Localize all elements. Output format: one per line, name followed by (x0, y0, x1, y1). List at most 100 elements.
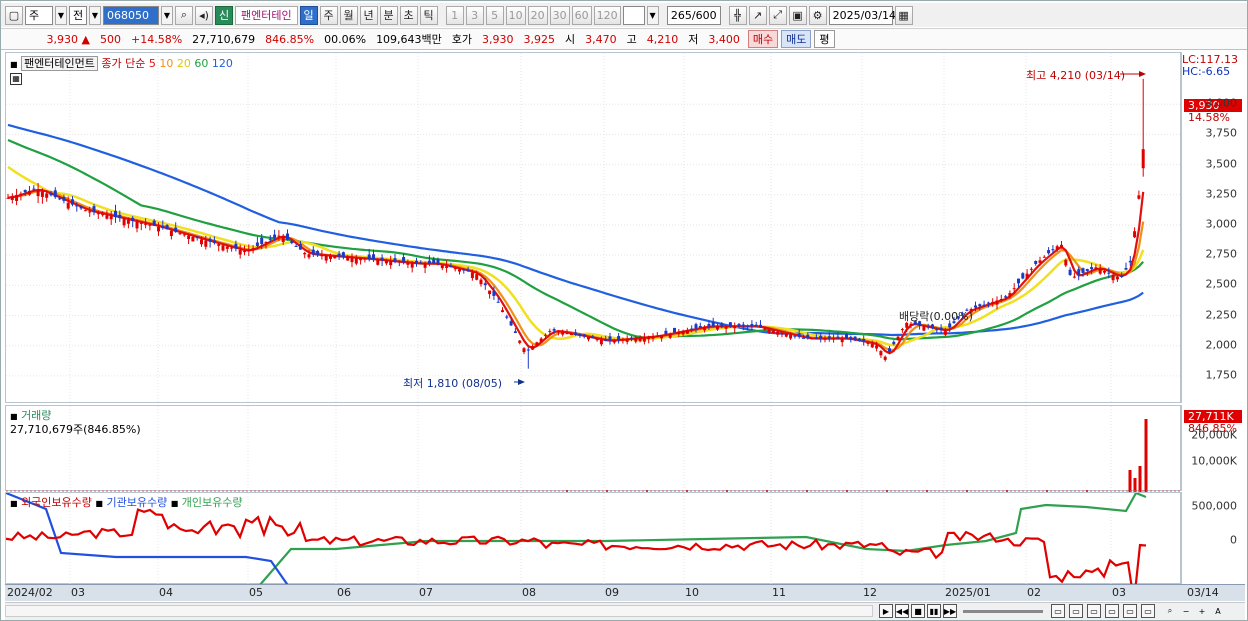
candle-body (303, 252, 307, 255)
candle-body (45, 193, 49, 198)
candle-body (535, 342, 539, 346)
chevron-down-icon[interactable]: ▼ (55, 5, 67, 25)
zoom-out-icon[interactable]: − (1179, 604, 1193, 618)
candle-body (857, 338, 861, 342)
fullscreen-icon[interactable]: ⤢ (768, 5, 787, 25)
rewind-icon[interactable]: ◀◀ (895, 604, 909, 618)
layout-icon[interactable]: ▭ (1123, 604, 1137, 618)
sell-button[interactable]: 매도 (781, 30, 812, 48)
price-chart-panel[interactable]: ■ 팬엔터테인먼트 종가 단순 5 10 20 60 120 ▦ 최고 4,21… (5, 52, 1182, 404)
date-input[interactable]: 2025/03/14 (828, 5, 896, 25)
menu-icon[interactable]: ■ (95, 499, 103, 508)
minute-5[interactable]: 5 (485, 5, 504, 25)
candle-body (746, 325, 750, 327)
x-tick-label: 09 (605, 586, 619, 599)
candle-body (255, 242, 259, 247)
grid-toggle-icon[interactable]: ▦ (10, 73, 22, 85)
stop-icon[interactable]: ■ (911, 604, 925, 618)
crosshair-icon[interactable]: ╬ (728, 5, 747, 25)
draw-tool-icon[interactable]: ↗ (748, 5, 767, 25)
mode-select[interactable]: 주 (25, 5, 53, 25)
period-tick[interactable]: 틱 (419, 5, 438, 25)
layout-icon[interactable]: ▭ (1051, 604, 1065, 618)
candle-body (724, 326, 728, 329)
fast-forward-icon[interactable]: ▶▶ (943, 604, 957, 618)
period-month[interactable]: 월 (339, 5, 358, 25)
minute-30[interactable]: 30 (549, 5, 570, 25)
candle-body (1124, 268, 1128, 270)
period-week[interactable]: 주 (319, 5, 338, 25)
candle-body (1064, 259, 1068, 266)
y-tick-label: 500,000 (1191, 499, 1238, 513)
candle-body (892, 341, 896, 345)
holdings-chart-panel[interactable]: ■ 외국인보유수량 ■ 기관보유수량 ■ 개인보유수량 (5, 492, 1181, 585)
menu-icon[interactable]: ■ (10, 412, 18, 421)
volume-chart-panel[interactable]: ■ 거래량 27,710,679주(846.85%) (5, 405, 1182, 492)
avg-button[interactable]: 평 (814, 30, 835, 48)
candle-body (986, 302, 990, 304)
candle-body (329, 255, 332, 259)
zoom-search-icon[interactable]: ⌕ (1163, 604, 1177, 618)
period-second[interactable]: 초 (399, 5, 418, 25)
minute-120[interactable]: 120 (593, 5, 621, 25)
period-minute[interactable]: 분 (379, 5, 398, 25)
play-icon[interactable]: ▶ (879, 604, 893, 618)
chevron-down-icon[interactable]: ▼ (161, 5, 173, 25)
minute-3[interactable]: 3 (465, 5, 484, 25)
pause-icon[interactable]: ▮▮ (927, 604, 941, 618)
chevron-down-icon[interactable]: ▼ (646, 5, 659, 25)
candle-body (548, 331, 552, 333)
minute-1[interactable]: 1 (445, 5, 464, 25)
layout-icon[interactable]: ▭ (1069, 604, 1083, 618)
count-input[interactable]: 265/600 (666, 5, 721, 25)
minute-20[interactable]: 20 (527, 5, 548, 25)
candle-body (604, 339, 608, 341)
candle-body (114, 210, 117, 218)
candle-body (690, 328, 694, 330)
font-icon[interactable]: A (1211, 604, 1225, 618)
interval-input[interactable] (622, 5, 645, 25)
candle-body (316, 250, 320, 255)
zoom-in-icon[interactable]: + (1195, 604, 1209, 618)
period-year[interactable]: 년 (359, 5, 378, 25)
layout-icon[interactable]: ▭ (1087, 604, 1101, 618)
calendar-icon[interactable]: ▦ (894, 5, 913, 25)
minute-10[interactable]: 10 (505, 5, 526, 25)
candle-body (483, 283, 487, 286)
legend-ma120: 120 (211, 57, 233, 70)
candle-body (685, 330, 689, 334)
scrollbar[interactable] (5, 605, 873, 617)
low-label: 저 (688, 33, 699, 46)
x-tick-label: 12 (863, 586, 877, 599)
prefix-select[interactable]: 전 (69, 5, 87, 25)
chevron-down-icon[interactable]: ▼ (89, 5, 101, 25)
candle-body (53, 190, 57, 198)
candle-body (88, 211, 92, 213)
candle-body (40, 191, 44, 197)
y-tick-label: 0 (1230, 533, 1237, 547)
candle-body (935, 329, 939, 331)
zoom-slider[interactable] (963, 610, 1043, 613)
save-icon[interactable]: ▣ (788, 5, 807, 25)
layout-icon[interactable]: ▭ (1141, 604, 1155, 618)
menu-icon[interactable]: ■ (10, 499, 18, 508)
legend-menu-icon[interactable]: ■ (10, 60, 18, 69)
window-icon[interactable]: ▢ (5, 5, 23, 25)
y-tick-label: 4,000 (1205, 96, 1238, 110)
layout-icon[interactable]: ▭ (1105, 604, 1119, 618)
speaker-icon[interactable]: ◂) (195, 5, 213, 25)
menu-icon[interactable]: ■ (171, 499, 179, 508)
candle-body (354, 258, 358, 264)
gear-icon[interactable]: ⚙ (808, 5, 827, 25)
buy-button[interactable]: 매수 (747, 30, 779, 48)
code-input[interactable]: 068050 (103, 5, 159, 25)
current-price: 3,930 ▲ (5, 33, 95, 46)
minute-60[interactable]: 60 (571, 5, 592, 25)
search-icon[interactable]: ⌕ (175, 5, 193, 25)
y-tick-label: 3,250 (1205, 187, 1238, 201)
open-price: 3,470 (585, 32, 617, 46)
legend-ma5: 5 (148, 57, 156, 70)
period-day[interactable]: 일 (299, 5, 318, 25)
scroll-controls: ▶ ◀◀ ■ ▮▮ ▶▶ ▭ ▭ ▭ ▭ ▭ ▭ ⌕ − + A (5, 602, 1245, 620)
candle-body (974, 305, 977, 308)
